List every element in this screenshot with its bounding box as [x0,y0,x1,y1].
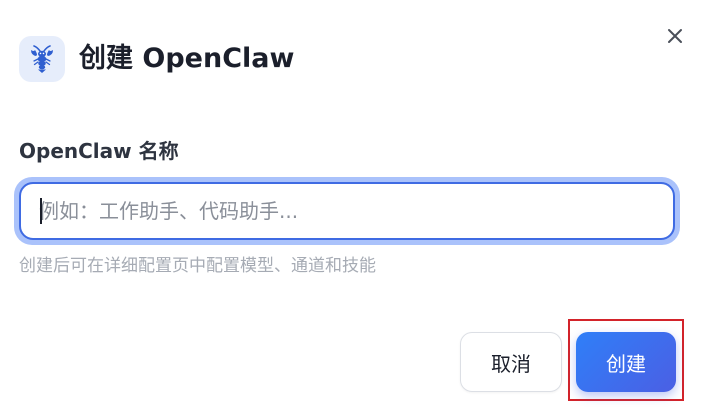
name-field-label: OpenClaw 名称 [19,139,179,163]
close-icon [668,29,682,43]
cancel-button[interactable]: 取消 [460,332,562,392]
dialog-title: 创建 OpenClaw [79,43,295,74]
close-button[interactable] [661,22,689,50]
text-caret [40,198,42,224]
create-openclaw-dialog: 创建 OpenClaw OpenClaw 名称 创建后可在详细配置页中配置模型、… [0,0,712,414]
logo [19,36,65,82]
lobster-icon [31,45,53,73]
hint-text: 创建后可在详细配置页中配置模型、通道和技能 [19,256,376,276]
create-button[interactable]: 创建 [576,332,676,392]
name-input[interactable] [19,182,675,240]
